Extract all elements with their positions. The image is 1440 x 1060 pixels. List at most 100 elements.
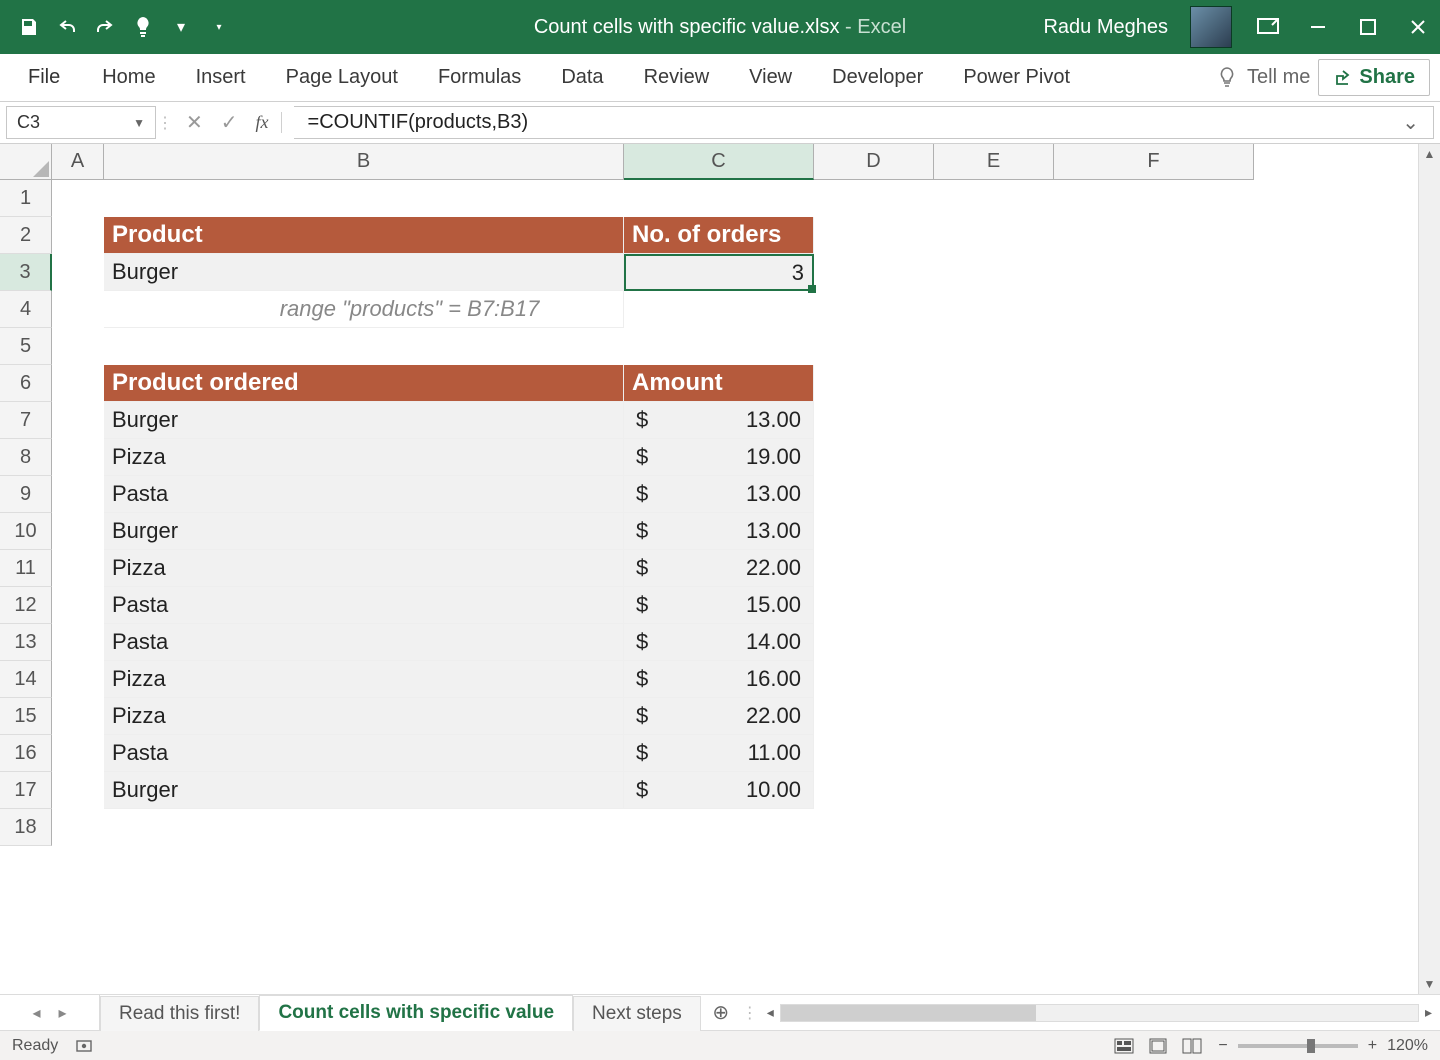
order-product-row-9[interactable]: Pasta xyxy=(104,476,624,513)
zoom-level[interactable]: 120% xyxy=(1387,1037,1428,1055)
undo-icon[interactable] xyxy=(54,14,80,40)
row-header-9[interactable]: 9 xyxy=(0,476,52,513)
qat-dropdown-icon[interactable]: ▾ xyxy=(168,14,194,40)
row-header-8[interactable]: 8 xyxy=(0,439,52,476)
order-amount-row-7[interactable]: $13.00 xyxy=(624,402,814,439)
sheet-nav[interactable]: ◂ ▸ xyxy=(0,995,100,1030)
row-header-13[interactable]: 13 xyxy=(0,624,52,661)
row-header-11[interactable]: 11 xyxy=(0,550,52,587)
page-layout-view-icon[interactable] xyxy=(1148,1038,1168,1054)
sheet-prev-icon[interactable]: ◂ xyxy=(32,1003,40,1023)
fill-handle[interactable] xyxy=(808,285,816,293)
scroll-up-icon[interactable]: ▲ xyxy=(1424,144,1436,164)
horizontal-scrollbar[interactable]: ◂ ▸ xyxy=(759,995,1440,1030)
ribbon-tab-insert[interactable]: Insert xyxy=(180,56,262,99)
ribbon-tab-page-layout[interactable]: Page Layout xyxy=(270,56,414,99)
row-header-16[interactable]: 16 xyxy=(0,735,52,772)
macro-record-icon[interactable] xyxy=(76,1038,96,1054)
order-product-row-15[interactable]: Pizza xyxy=(104,698,624,735)
fx-grip-icon[interactable]: ⋮ xyxy=(156,102,174,143)
order-amount-row-14[interactable]: $16.00 xyxy=(624,661,814,698)
order-product-row-11[interactable]: Pizza xyxy=(104,550,624,587)
zoom-slider[interactable] xyxy=(1238,1044,1358,1048)
ribbon-tab-home[interactable]: Home xyxy=(86,56,171,99)
sheet-tab-read-this-first-[interactable]: Read this first! xyxy=(100,996,259,1031)
scroll-right-icon[interactable]: ▸ xyxy=(1425,1004,1432,1021)
order-amount-row-16[interactable]: $11.00 xyxy=(624,735,814,772)
ribbon-tab-developer[interactable]: Developer xyxy=(816,56,939,99)
maximize-icon[interactable] xyxy=(1354,13,1382,41)
summary-product[interactable]: Burger xyxy=(104,254,624,291)
formula-expand-icon[interactable]: ⌄ xyxy=(1402,110,1419,135)
share-button[interactable]: Share xyxy=(1318,59,1430,96)
column-header-E[interactable]: E xyxy=(934,144,1054,180)
ribbon-tab-view[interactable]: View xyxy=(733,56,808,99)
order-product-row-8[interactable]: Pizza xyxy=(104,439,624,476)
save-icon[interactable] xyxy=(16,14,42,40)
ribbon-tab-data[interactable]: Data xyxy=(545,56,619,99)
order-amount-row-8[interactable]: $19.00 xyxy=(624,439,814,476)
row-header-17[interactable]: 17 xyxy=(0,772,52,809)
row-header-12[interactable]: 12 xyxy=(0,587,52,624)
formula-bar[interactable]: =COUNTIF(products,B3) ⌄ xyxy=(294,106,1434,139)
order-amount-row-9[interactable]: $13.00 xyxy=(624,476,814,513)
order-amount-row-10[interactable]: $13.00 xyxy=(624,513,814,550)
name-box-dropdown-icon[interactable]: ▼ xyxy=(133,116,145,130)
ribbon-tab-review[interactable]: Review xyxy=(628,56,726,99)
user-avatar[interactable] xyxy=(1190,6,1232,48)
sheet-tab-count-cells-with-specific-value[interactable]: Count cells with specific value xyxy=(259,995,573,1031)
summary-count[interactable]: 3 xyxy=(624,254,814,291)
zoom-control[interactable]: − + 120% xyxy=(1218,1037,1428,1055)
order-product-row-13[interactable]: Pasta xyxy=(104,624,624,661)
row-header-7[interactable]: 7 xyxy=(0,402,52,439)
add-sheet-button[interactable]: ⊕ xyxy=(701,995,741,1030)
row-header-15[interactable]: 15 xyxy=(0,698,52,735)
cells-area[interactable]: ProductNo. of ordersBurger3range "produc… xyxy=(52,180,1418,994)
row-header-3[interactable]: 3 xyxy=(0,254,52,291)
order-amount-row-17[interactable]: $10.00 xyxy=(624,772,814,809)
row-header-1[interactable]: 1 xyxy=(0,180,52,217)
ribbon-display-options-icon[interactable] xyxy=(1254,13,1282,41)
fx-icon[interactable]: fx xyxy=(256,112,282,133)
sheet-grip-icon[interactable]: ⋮ xyxy=(741,995,759,1030)
enter-formula-icon[interactable]: ✓ xyxy=(221,110,238,135)
order-product-row-12[interactable]: Pasta xyxy=(104,587,624,624)
order-product-row-16[interactable]: Pasta xyxy=(104,735,624,772)
order-amount-row-15[interactable]: $22.00 xyxy=(624,698,814,735)
row-header-6[interactable]: 6 xyxy=(0,365,52,402)
name-box[interactable]: C3 ▼ xyxy=(6,106,156,139)
order-product-row-10[interactable]: Burger xyxy=(104,513,624,550)
order-amount-row-12[interactable]: $15.00 xyxy=(624,587,814,624)
minimize-icon[interactable] xyxy=(1304,13,1332,41)
tell-me[interactable]: Tell me xyxy=(1217,66,1310,90)
row-header-10[interactable]: 10 xyxy=(0,513,52,550)
ribbon-tab-formulas[interactable]: Formulas xyxy=(422,56,537,99)
column-header-C[interactable]: C xyxy=(624,144,814,180)
qat-customize-icon[interactable]: ▾ xyxy=(206,14,232,40)
user-name[interactable]: Radu Meghes xyxy=(1043,16,1168,39)
row-header-4[interactable]: 4 xyxy=(0,291,52,328)
order-amount-row-13[interactable]: $14.00 xyxy=(624,624,814,661)
vertical-scrollbar[interactable]: ▲ ▼ xyxy=(1418,144,1440,994)
file-tab[interactable]: File xyxy=(10,56,78,99)
order-product-row-7[interactable]: Burger xyxy=(104,402,624,439)
column-header-D[interactable]: D xyxy=(814,144,934,180)
row-header-2[interactable]: 2 xyxy=(0,217,52,254)
column-header-B[interactable]: B xyxy=(104,144,624,180)
ribbon-tab-power-pivot[interactable]: Power Pivot xyxy=(947,56,1086,99)
column-header-A[interactable]: A xyxy=(52,144,104,180)
scroll-left-icon[interactable]: ◂ xyxy=(767,1004,774,1021)
close-icon[interactable] xyxy=(1404,13,1432,41)
order-amount-row-11[interactable]: $22.00 xyxy=(624,550,814,587)
order-product-row-14[interactable]: Pizza xyxy=(104,661,624,698)
sheet-tab-next-steps[interactable]: Next steps xyxy=(573,996,701,1031)
sheet-next-icon[interactable]: ▸ xyxy=(59,1003,67,1023)
row-header-14[interactable]: 14 xyxy=(0,661,52,698)
cancel-formula-icon[interactable]: ✕ xyxy=(186,110,203,135)
select-all-corner[interactable] xyxy=(0,144,52,180)
column-header-F[interactable]: F xyxy=(1054,144,1254,180)
scroll-down-icon[interactable]: ▼ xyxy=(1424,974,1436,994)
lightbulb-icon[interactable] xyxy=(130,14,156,40)
redo-icon[interactable] xyxy=(92,14,118,40)
page-break-view-icon[interactable] xyxy=(1182,1038,1202,1054)
